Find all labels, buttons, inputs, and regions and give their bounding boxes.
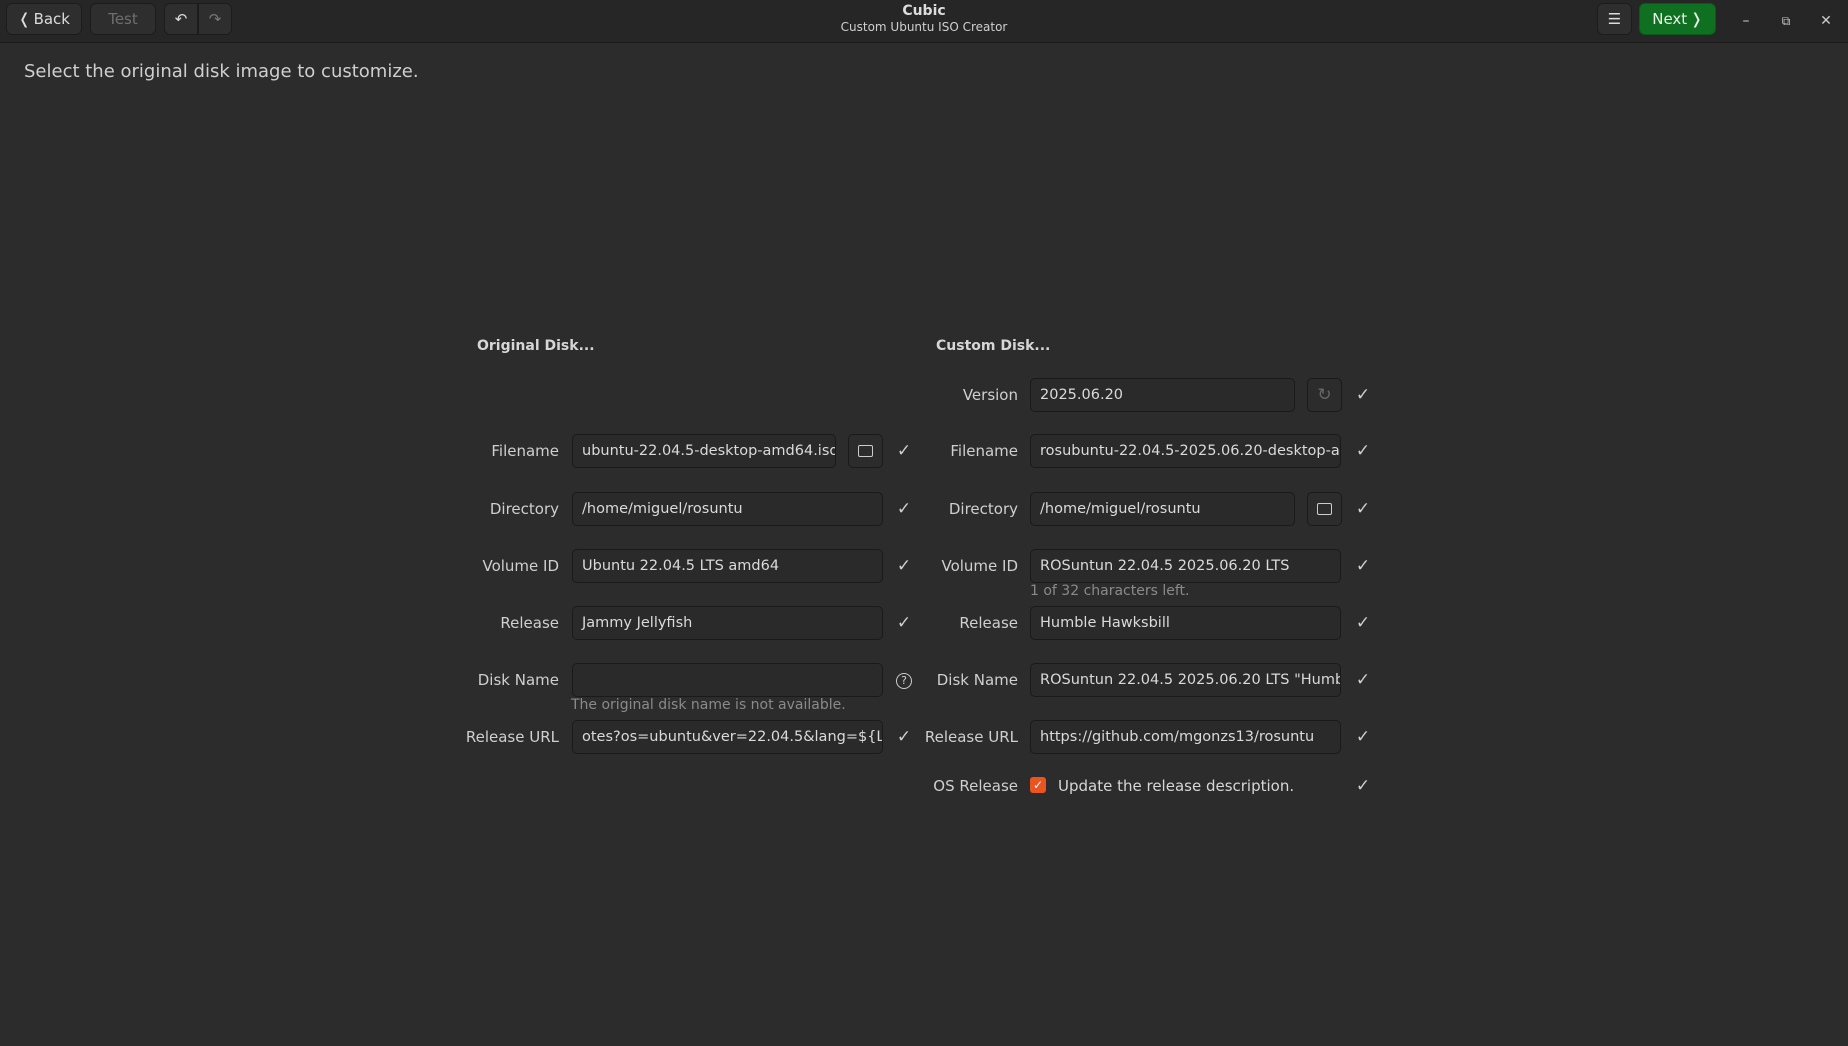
original-diskname-label: Disk Name bbox=[477, 671, 559, 689]
original-directory-label: Directory bbox=[489, 500, 559, 518]
custom-filename-field[interactable]: rosubuntu-22.04.5-2025.06.20-desktop-amd… bbox=[1030, 434, 1341, 468]
restore-icon: ⧉ bbox=[1781, 13, 1791, 28]
custom-directory-field[interactable]: /home/miguel/rosuntu bbox=[1030, 492, 1295, 526]
minimize-button[interactable]: – bbox=[1733, 8, 1759, 34]
check-icon: ✓ bbox=[1355, 385, 1371, 405]
hamburger-menu-icon: ☰ bbox=[1607, 10, 1622, 28]
original-filename-field[interactable]: ubuntu-22.04.5-desktop-amd64.iso bbox=[572, 434, 836, 468]
next-button[interactable]: Next ❭ bbox=[1639, 3, 1716, 35]
original-release-field[interactable]: Jammy Jellyfish bbox=[572, 606, 883, 640]
check-icon: ✓ bbox=[1355, 776, 1371, 796]
custom-url-field[interactable]: https://github.com/mgonzs13/rosuntu bbox=[1030, 720, 1341, 754]
osrelease-checkbox[interactable]: ✓ bbox=[1030, 777, 1046, 793]
refresh-icon: ↻ bbox=[1317, 385, 1332, 405]
original-directory-field[interactable]: /home/miguel/rosuntu bbox=[572, 492, 883, 526]
check-icon: ✓ bbox=[1355, 727, 1371, 747]
original-diskname-hint: The original disk name is not available. bbox=[571, 697, 846, 713]
close-button[interactable]: ✕ bbox=[1813, 8, 1839, 34]
minimize-icon: – bbox=[1742, 13, 1750, 29]
check-icon: ✓ bbox=[1355, 670, 1371, 690]
custom-url-label: Release URL bbox=[924, 728, 1018, 746]
check-icon: ✓ bbox=[1355, 499, 1371, 519]
refresh-version-button[interactable]: ↻ bbox=[1307, 378, 1342, 412]
custom-diskname-field[interactable]: ROSuntun 22.04.5 2025.06.20 LTS "Humble … bbox=[1030, 663, 1341, 697]
custom-volume-hint: 1 of 32 characters left. bbox=[1030, 583, 1190, 599]
custom-version-label: Version bbox=[962, 386, 1018, 404]
custom-release-label: Release bbox=[959, 614, 1018, 632]
close-icon: ✕ bbox=[1820, 13, 1832, 29]
chevron-right-icon: ❭ bbox=[1690, 10, 1703, 28]
instruction-text: Select the original disk image to custom… bbox=[24, 61, 419, 82]
custom-osrelease-label: OS Release bbox=[933, 777, 1018, 795]
custom-version-field[interactable]: 2025.06.20 bbox=[1030, 378, 1295, 412]
menu-button[interactable]: ☰ bbox=[1597, 3, 1632, 35]
header-bar: ❬ Back Test ↶ ↷ Cubic Custom Ubuntu ISO C… bbox=[0, 0, 1848, 43]
original-release-label: Release bbox=[500, 614, 559, 632]
original-filename-label: Filename bbox=[491, 442, 559, 460]
check-icon: ✓ bbox=[1355, 613, 1371, 633]
custom-diskname-label: Disk Name bbox=[936, 671, 1018, 689]
folder-icon bbox=[1317, 503, 1332, 515]
app-subtitle: Custom Ubuntu ISO Creator bbox=[840, 20, 1008, 34]
maximize-button[interactable]: ⧉ bbox=[1773, 8, 1799, 34]
app-title: Cubic bbox=[902, 3, 946, 19]
osrelease-text: Update the release description. bbox=[1058, 777, 1295, 795]
original-url-field[interactable]: otes?os=ubuntu&ver=22.04.5&lang=${LANG} bbox=[572, 720, 883, 754]
original-url-label: Release URL bbox=[465, 728, 559, 746]
custom-browse-button[interactable] bbox=[1307, 492, 1342, 526]
check-icon: ✓ bbox=[1355, 441, 1371, 461]
custom-volume-field[interactable]: ROSuntun 22.04.5 2025.06.20 LTS bbox=[1030, 549, 1341, 583]
custom-disk-heading: Custom Disk... bbox=[936, 338, 1051, 354]
original-volume-field[interactable]: Ubuntu 22.04.5 LTS amd64 bbox=[572, 549, 883, 583]
original-volume-label: Volume ID bbox=[482, 557, 559, 575]
custom-directory-label: Directory bbox=[948, 500, 1018, 518]
custom-volume-label: Volume ID bbox=[941, 557, 1018, 575]
custom-filename-label: Filename bbox=[950, 442, 1018, 460]
custom-release-field[interactable]: Humble Hawksbill bbox=[1030, 606, 1341, 640]
folder-icon bbox=[858, 445, 873, 457]
next-label: Next bbox=[1652, 10, 1688, 28]
check-icon: ✓ bbox=[1355, 556, 1371, 576]
original-disk-heading: Original Disk... bbox=[477, 338, 595, 354]
original-diskname-field[interactable] bbox=[572, 663, 883, 697]
